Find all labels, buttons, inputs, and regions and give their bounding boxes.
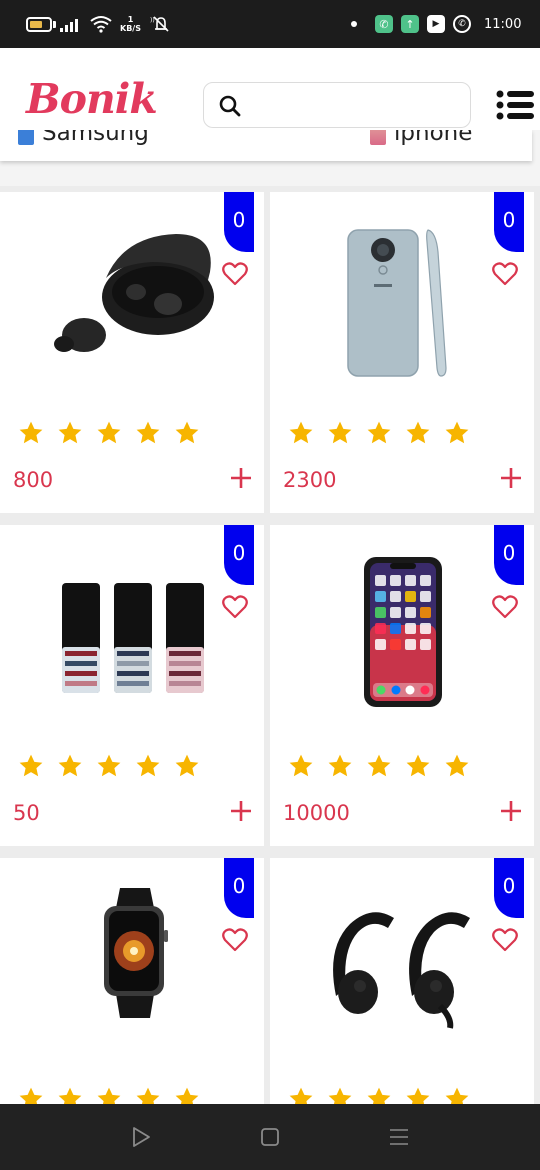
phone-app-icon: ✆ <box>375 15 393 33</box>
rating-stars <box>18 420 200 446</box>
nokia-phone-image[interactable] <box>310 222 500 382</box>
product-price: 10000 <box>283 801 350 825</box>
rating-stars <box>288 420 470 446</box>
samsung-category-icon <box>18 130 34 145</box>
star-icon <box>175 754 199 777</box>
star-icon <box>97 754 121 777</box>
smartwatch-image[interactable] <box>40 888 230 1048</box>
network-speed: 1 KB/S <box>120 0 141 48</box>
star-icon <box>367 421 391 444</box>
star-icon <box>136 754 160 777</box>
cart-count-badge: 0 <box>224 525 254 585</box>
net-speed-unit: KB/S <box>120 24 141 33</box>
star-icon <box>445 421 469 444</box>
star-icon <box>289 421 313 444</box>
rating-stars <box>18 753 200 779</box>
notification-dot <box>351 0 357 48</box>
brand-logo[interactable]: Bonik <box>26 75 158 123</box>
svg-text:)): )) <box>150 17 155 24</box>
star-icon <box>19 754 43 777</box>
star-icon <box>289 754 313 777</box>
category-iphone[interactable]: iphone <box>370 130 472 146</box>
upload-app-icon: ↑ <box>401 15 419 33</box>
category-samsung[interactable]: Samsung <box>18 130 149 146</box>
heart-icon[interactable] <box>492 928 518 952</box>
battery-icon <box>26 0 56 48</box>
keypad-phones-image[interactable] <box>40 555 230 715</box>
home-icon[interactable] <box>259 1126 281 1148</box>
star-icon <box>58 754 82 777</box>
product-card[interactable]: 0 2300 <box>270 192 534 513</box>
heart-icon[interactable] <box>492 262 518 286</box>
star-icon <box>406 754 430 777</box>
search-icon[interactable] <box>218 94 242 118</box>
add-to-cart-icon[interactable] <box>230 467 252 489</box>
star-icon <box>328 421 352 444</box>
recents-icon[interactable] <box>388 1126 410 1148</box>
status-bar: 1 KB/S )) ✆ ↑ ▶ ✆ 11:00 <box>0 0 540 48</box>
powerbeats-earphones-image[interactable] <box>310 888 500 1048</box>
star-icon <box>97 421 121 444</box>
product-price: 50 <box>13 801 40 825</box>
product-card[interactable]: 0 50 <box>0 525 264 846</box>
star-icon <box>445 754 469 777</box>
cart-count-badge: 0 <box>494 192 524 252</box>
star-icon <box>367 754 391 777</box>
star-icon <box>406 421 430 444</box>
star-icon <box>136 421 160 444</box>
rating-stars <box>288 753 470 779</box>
add-to-cart-icon[interactable] <box>500 800 522 822</box>
star-icon <box>328 754 352 777</box>
product-price: 2300 <box>283 468 337 492</box>
mute-icon: )) <box>150 0 172 48</box>
search-bar[interactable] <box>203 82 471 128</box>
iphone-image[interactable] <box>310 555 500 715</box>
list-menu-icon[interactable] <box>496 90 534 120</box>
net-speed-value: 1 <box>127 15 134 24</box>
product-price: 800 <box>13 468 54 492</box>
category-label: Samsung <box>42 130 149 146</box>
category-strip: Samsung iphone <box>0 130 540 186</box>
category-list: Samsung iphone <box>0 130 532 161</box>
whatsapp-icon: ✆ <box>453 15 471 33</box>
add-to-cart-icon[interactable] <box>500 467 522 489</box>
cart-count-badge: 0 <box>494 858 524 918</box>
clock: 11:00 <box>484 16 522 32</box>
heart-icon[interactable] <box>222 595 248 619</box>
heart-icon[interactable] <box>492 595 518 619</box>
youtube-icon: ▶ <box>427 15 445 33</box>
product-card[interactable]: 0 800 <box>0 192 264 513</box>
heart-icon[interactable] <box>222 928 248 952</box>
signal-icon <box>60 0 78 48</box>
system-nav-bar <box>0 1104 540 1170</box>
heart-icon[interactable] <box>222 262 248 286</box>
search-input[interactable] <box>252 89 462 123</box>
cart-count-badge: 0 <box>224 192 254 252</box>
iphone-category-icon <box>370 130 386 145</box>
add-to-cart-icon[interactable] <box>230 800 252 822</box>
star-icon <box>58 421 82 444</box>
wifi-icon <box>90 0 112 48</box>
category-label: iphone <box>394 130 473 146</box>
cart-count-badge: 0 <box>224 858 254 918</box>
cart-count-badge: 0 <box>494 525 524 585</box>
back-icon[interactable] <box>130 1126 152 1148</box>
star-icon <box>175 421 199 444</box>
wireless-earbuds-image[interactable] <box>40 222 230 382</box>
star-icon <box>19 421 43 444</box>
product-card[interactable]: 0 10000 <box>270 525 534 846</box>
